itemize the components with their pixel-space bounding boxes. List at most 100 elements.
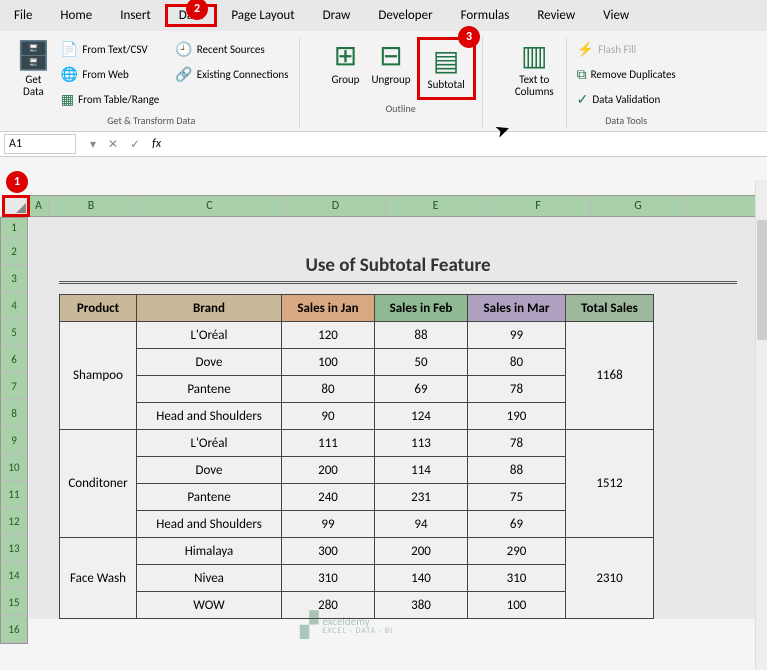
menu-file[interactable]: File — [0, 4, 46, 27]
remove-duplicates-button[interactable]: ⧉Remove Duplicates — [573, 64, 680, 85]
menu-developer[interactable]: Developer — [364, 4, 446, 27]
cell-jan[interactable]: 111 — [282, 430, 375, 457]
cell-mar[interactable]: 310 — [468, 565, 566, 592]
cell-total[interactable]: 1512 — [566, 430, 654, 538]
cell-jan[interactable]: 100 — [282, 349, 375, 376]
menu-review[interactable]: Review — [523, 4, 589, 27]
row-header-9[interactable]: 9 — [1, 427, 27, 454]
existing-conn-button[interactable]: 🔗Existing Connections — [171, 64, 292, 85]
header-total[interactable]: Total Sales — [566, 295, 654, 322]
cell-jan[interactable]: 300 — [282, 538, 375, 565]
ungroup-button[interactable]: ⊟ Ungroup — [365, 37, 416, 90]
get-data-button[interactable]: 🗄️ Get Data — [10, 37, 57, 102]
cell-total[interactable]: 1168 — [566, 322, 654, 430]
from-web-button[interactable]: 🌐From Web — [57, 64, 163, 85]
row-header-4[interactable]: 4 — [1, 292, 27, 319]
dropdown-icon[interactable]: ▾ — [84, 137, 102, 152]
col-header-F[interactable]: F — [486, 196, 591, 216]
table-row[interactable]: Dove1005080 — [60, 349, 654, 376]
cell-mar[interactable]: 100 — [468, 592, 566, 619]
menu-insert[interactable]: Insert — [106, 4, 165, 27]
cell-name[interactable]: WOW — [137, 592, 282, 619]
row-header-14[interactable]: 14 — [1, 562, 27, 589]
cell-mar[interactable]: 80 — [468, 349, 566, 376]
table-row[interactable]: ShampooL'Oréal12088991168 — [60, 322, 654, 349]
select-all-button[interactable] — [2, 195, 30, 217]
table-row[interactable]: ConditonerL'Oréal111113781512 — [60, 430, 654, 457]
from-table-button[interactable]: ▦From Table/Range — [57, 89, 163, 110]
cell-jan[interactable]: 80 — [282, 376, 375, 403]
group-button[interactable]: ⊞ Group — [326, 37, 366, 90]
cell-jan[interactable]: 90 — [282, 403, 375, 430]
fx-icon[interactable]: fx — [146, 137, 167, 151]
row-header-8[interactable]: 8 — [1, 400, 27, 427]
cell-feb[interactable]: 88 — [375, 322, 468, 349]
col-header-C[interactable]: C — [134, 196, 286, 216]
text-to-columns-button[interactable]: ▥ Text to Columns — [509, 37, 560, 102]
row-header-3[interactable]: 3 — [1, 265, 27, 292]
cell-mar[interactable]: 75 — [468, 484, 566, 511]
cell-name[interactable]: L'Oréal — [137, 430, 282, 457]
header-jan[interactable]: Sales in Jan — [282, 295, 375, 322]
row-header-6[interactable]: 6 — [1, 346, 27, 373]
cell-feb[interactable]: 94 — [375, 511, 468, 538]
cell-jan[interactable]: 120 — [282, 322, 375, 349]
col-header-B[interactable]: B — [49, 196, 134, 216]
subtotal-button[interactable]: ▤ Subtotal — [422, 42, 471, 95]
cell-mar[interactable]: 78 — [468, 376, 566, 403]
cell-product[interactable]: Shampoo — [60, 322, 137, 430]
table-row[interactable]: Head and Shoulders999469 — [60, 511, 654, 538]
table-row[interactable]: Pantene806978 — [60, 376, 654, 403]
row-header-7[interactable]: 7 — [1, 373, 27, 400]
from-text-csv-button[interactable]: 📄From Text/CSV — [57, 39, 163, 60]
row-header-15[interactable]: 15 — [1, 589, 27, 616]
cell-name[interactable]: Himalaya — [137, 538, 282, 565]
table-row[interactable]: Nivea310140310 — [60, 565, 654, 592]
row-header-11[interactable]: 11 — [1, 481, 27, 508]
scrollbar-thumb[interactable] — [757, 220, 767, 340]
cell-mar[interactable]: 88 — [468, 457, 566, 484]
cell-feb[interactable]: 50 — [375, 349, 468, 376]
cell-mar[interactable]: 190 — [468, 403, 566, 430]
cell-jan[interactable]: 240 — [282, 484, 375, 511]
cell-jan[interactable]: 99 — [282, 511, 375, 538]
cell-name[interactable]: Dove — [137, 349, 282, 376]
cell-jan[interactable]: 200 — [282, 457, 375, 484]
col-header-D[interactable]: D — [286, 196, 386, 216]
cell-name[interactable]: Pantene — [137, 376, 282, 403]
menu-page-layout[interactable]: Page Layout — [217, 4, 308, 27]
cell-name[interactable]: Nivea — [137, 565, 282, 592]
cell-mar[interactable]: 78 — [468, 430, 566, 457]
cell-feb[interactable]: 140 — [375, 565, 468, 592]
col-header-G[interactable]: G — [591, 196, 686, 216]
row-header-13[interactable]: 13 — [1, 535, 27, 562]
row-header-10[interactable]: 10 — [1, 454, 27, 481]
cancel-icon[interactable]: ✕ — [102, 137, 124, 152]
cell-name[interactable]: Pantene — [137, 484, 282, 511]
table-row[interactable]: Pantene24023175 — [60, 484, 654, 511]
col-header-A[interactable]: A — [29, 196, 49, 216]
flash-fill-button[interactable]: ⚡Flash Fill — [573, 39, 680, 60]
cell-name[interactable]: L'Oréal — [137, 322, 282, 349]
cell-feb[interactable]: 113 — [375, 430, 468, 457]
cell-jan[interactable]: 310 — [282, 565, 375, 592]
row-header-16[interactable]: 16 — [1, 616, 27, 643]
table-row[interactable]: Face WashHimalaya3002002902310 — [60, 538, 654, 565]
check-icon[interactable]: ✓ — [124, 137, 146, 152]
header-mar[interactable]: Sales in Mar — [468, 295, 566, 322]
menu-draw[interactable]: Draw — [309, 4, 365, 27]
cell-name[interactable]: Head and Shoulders — [137, 511, 282, 538]
cell-feb[interactable]: 124 — [375, 403, 468, 430]
cell-name[interactable]: Dove — [137, 457, 282, 484]
cell-total[interactable]: 2310 — [566, 538, 654, 619]
cell-feb[interactable]: 200 — [375, 538, 468, 565]
name-box[interactable] — [4, 134, 76, 154]
row-header-1[interactable]: 1 — [1, 218, 27, 238]
row-header-2[interactable]: 2 — [1, 238, 27, 265]
menu-view[interactable]: View — [589, 4, 643, 27]
cell-product[interactable]: Face Wash — [60, 538, 137, 619]
table-row[interactable]: Dove20011488 — [60, 457, 654, 484]
row-header-5[interactable]: 5 — [1, 319, 27, 346]
cell-mar[interactable]: 69 — [468, 511, 566, 538]
header-brand[interactable]: Brand — [137, 295, 282, 322]
